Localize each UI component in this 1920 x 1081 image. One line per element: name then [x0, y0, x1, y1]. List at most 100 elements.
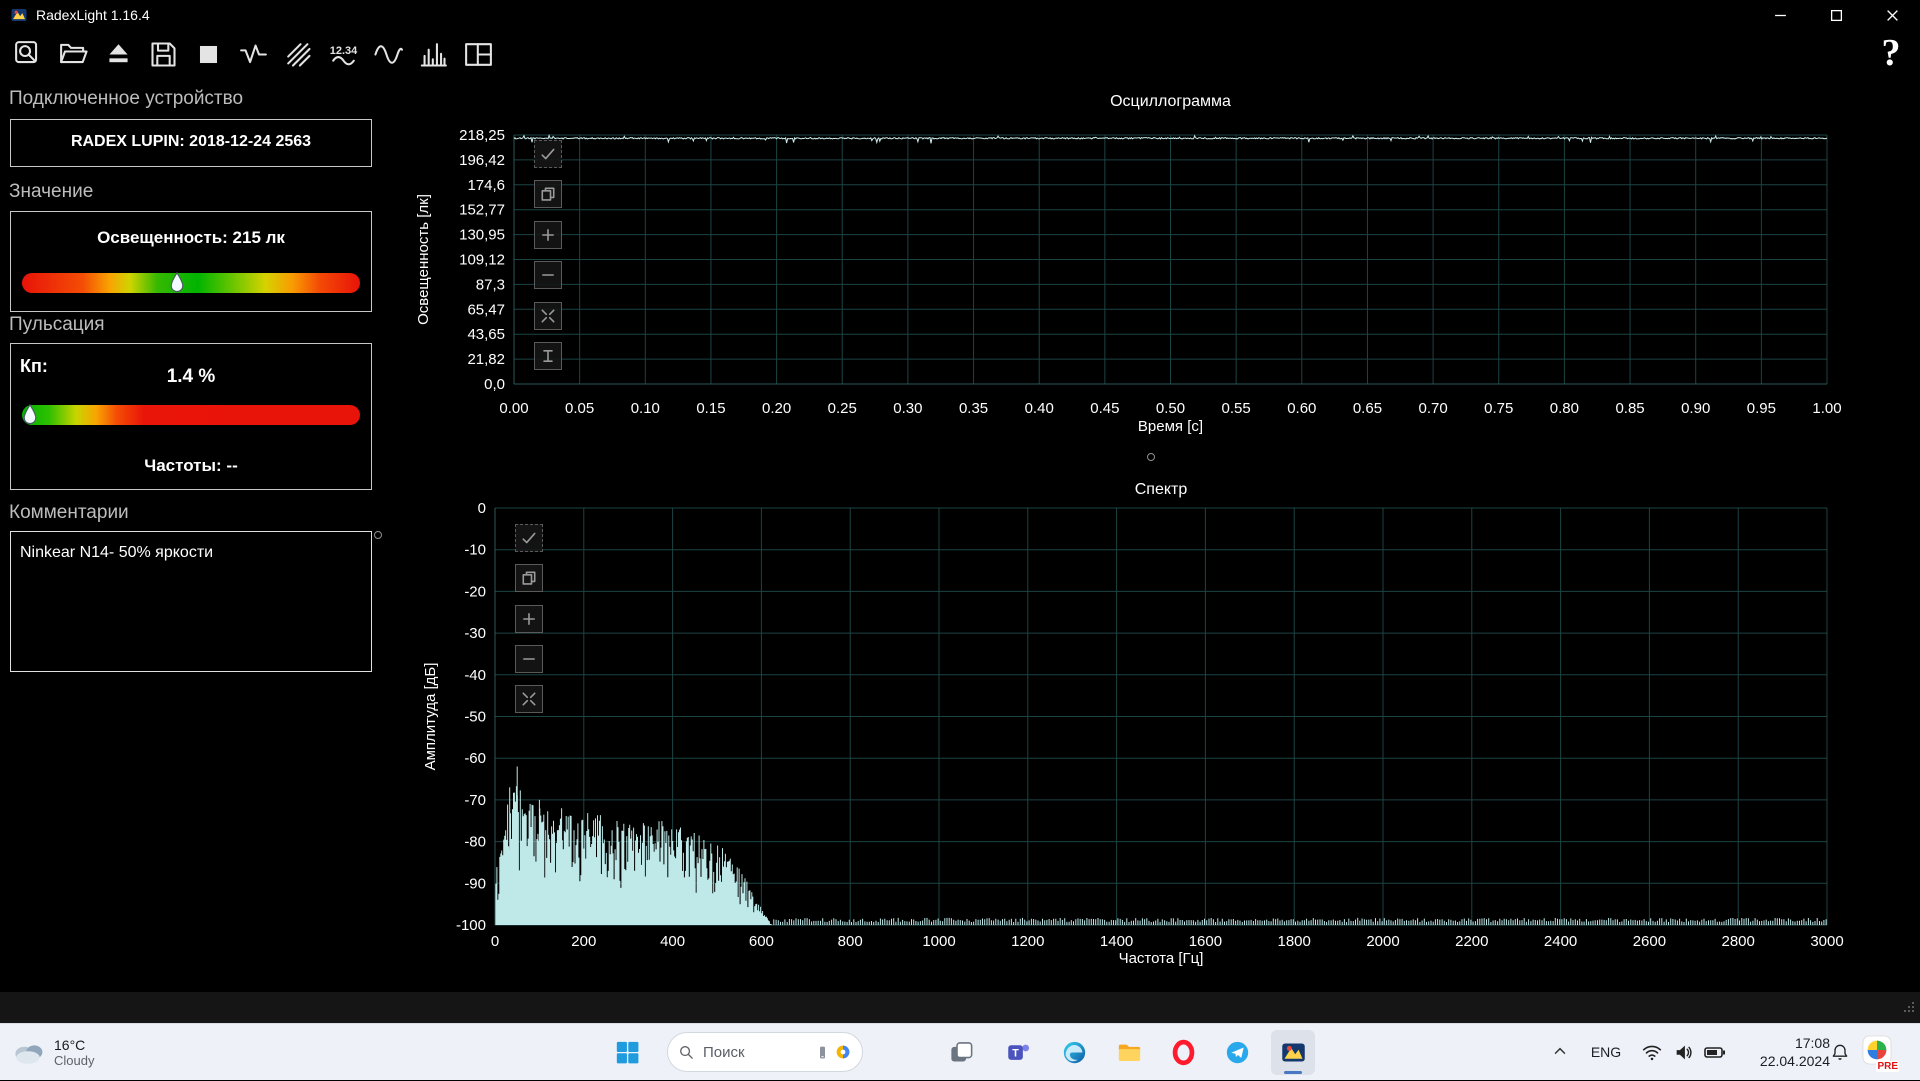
svg-text:Освещенность [лк]: Освещенность [лк] — [415, 194, 432, 325]
oscillogram-mode-button[interactable] — [368, 33, 408, 75]
battery-icon — [1703, 1040, 1727, 1064]
svg-text:-100: -100 — [456, 917, 486, 934]
opera-icon — [1170, 1039, 1197, 1066]
spectrum-mode-icon — [417, 38, 450, 71]
save-file-button[interactable] — [143, 33, 183, 75]
oscillogram-mode-icon — [372, 38, 405, 71]
battery-button[interactable] — [1700, 1038, 1730, 1066]
numeric-mode-icon: 12.34 — [327, 38, 360, 71]
language-indicator[interactable]: ENG — [1586, 1038, 1626, 1066]
pulsation-box: Кп: 1.4 % Частоты: -- — [10, 343, 372, 490]
spectrum-copy-button[interactable] — [515, 564, 543, 592]
svg-text:2400: 2400 — [1544, 933, 1577, 950]
resize-grip-icon[interactable] — [1902, 1000, 1916, 1019]
maximize-icon — [1830, 9, 1843, 22]
comments-box[interactable]: Ninkear N14- 50% яркости — [10, 531, 372, 672]
svg-text:65,47: 65,47 — [467, 301, 505, 318]
spectrum-autoscale-button[interactable] — [515, 524, 543, 552]
eject-device-button[interactable] — [98, 33, 138, 75]
taskbar-opera-button[interactable] — [1161, 1030, 1205, 1075]
svg-text:Частота [Гц]: Частота [Гц] — [1119, 950, 1204, 967]
oscillogram-fit-button[interactable] — [534, 302, 562, 330]
svg-text:-70: -70 — [464, 792, 486, 809]
svg-text:0.95: 0.95 — [1747, 400, 1776, 417]
svg-text:0.20: 0.20 — [762, 400, 791, 417]
svg-text:0.40: 0.40 — [1025, 400, 1054, 417]
frequencies-value: Частоты: -- — [11, 456, 371, 476]
copy-icon — [540, 186, 556, 202]
taskbar-messenger-button[interactable] — [1215, 1030, 1259, 1075]
weather-widget[interactable]: 16°C Cloudy — [10, 1024, 94, 1081]
fit-icon — [540, 308, 556, 324]
oscillogram-zoom-out-button[interactable] — [534, 261, 562, 289]
stop-measurement-button[interactable] — [188, 33, 228, 75]
illuminance-scale-bar — [22, 273, 360, 293]
oscillogram-copy-button[interactable] — [534, 180, 562, 208]
notifications-button[interactable] — [1826, 1038, 1854, 1066]
oscillogram-cursor-button[interactable] — [534, 342, 562, 370]
device-section-title: Подключенное устройство — [9, 88, 243, 110]
speaker-icon — [1673, 1041, 1695, 1063]
taskbar-start-button[interactable] — [605, 1030, 649, 1075]
eject-device-icon — [102, 38, 135, 71]
svg-text:1.00: 1.00 — [1812, 400, 1841, 417]
spectrum-zoom-out-button[interactable] — [515, 645, 543, 673]
taskbar-task-view-button[interactable] — [939, 1030, 983, 1075]
svg-text:Спектр: Спектр — [1135, 481, 1188, 498]
preview-button[interactable] — [8, 33, 48, 75]
oscillogram-autoscale-button[interactable] — [534, 140, 562, 168]
open-file-button[interactable] — [53, 33, 93, 75]
spectrum-mode-button[interactable] — [413, 33, 453, 75]
svg-text:174,6: 174,6 — [467, 177, 505, 194]
pulse-mode-button[interactable] — [233, 33, 273, 75]
preview-icon — [12, 38, 45, 71]
fit-icon — [521, 691, 537, 707]
svg-text:0.55: 0.55 — [1222, 400, 1251, 417]
recorder-tray-icon[interactable]: PRE — [1862, 1035, 1896, 1069]
oscillogram-zoom-in-button[interactable] — [534, 221, 562, 249]
numeric-mode-button[interactable]: 12.34 — [323, 33, 363, 75]
spectrum-fit-button[interactable] — [515, 685, 543, 713]
taskbar-file-explorer-button[interactable] — [1107, 1030, 1151, 1075]
toolbar: 12.34 — [0, 30, 1870, 78]
multi-chart-mode-icon — [282, 38, 315, 71]
taskbar-clock[interactable]: 17:08 22.04.2024 — [1735, 1034, 1830, 1070]
layout-mode-button[interactable] — [458, 33, 498, 75]
minimize-button[interactable] — [1752, 0, 1808, 30]
splitter-handle[interactable] — [1147, 453, 1155, 461]
taskbar-teams-button[interactable]: T — [997, 1030, 1041, 1075]
taskbar-edge-button[interactable] — [1052, 1030, 1096, 1075]
maximize-button[interactable] — [1808, 0, 1864, 30]
wifi-button[interactable] — [1638, 1038, 1666, 1066]
radexlight-app: RadexLight 1.16.4 12.34 ? Подключенное у… — [0, 0, 1920, 1080]
splitter-handle[interactable] — [374, 531, 382, 539]
tray-chevron-button[interactable] — [1546, 1038, 1574, 1066]
minimize-icon — [1774, 9, 1787, 22]
multi-chart-mode-button[interactable] — [278, 33, 318, 75]
svg-text:218,25: 218,25 — [459, 127, 505, 144]
taskbar-search-box[interactable]: Поиск — [667, 1032, 863, 1072]
close-button[interactable] — [1864, 0, 1920, 30]
pulsation-section-title: Пульсация — [9, 314, 105, 336]
window-controls — [1752, 0, 1920, 30]
svg-text:0.10: 0.10 — [631, 400, 660, 417]
volume-button[interactable] — [1670, 1038, 1698, 1066]
svg-text:-30: -30 — [464, 625, 486, 642]
svg-text:152,77: 152,77 — [459, 202, 505, 219]
svg-text:109,12: 109,12 — [459, 252, 505, 269]
autoscale-icon — [521, 530, 537, 546]
start-icon — [614, 1039, 641, 1066]
svg-text:0.75: 0.75 — [1484, 400, 1513, 417]
svg-text:43,65: 43,65 — [467, 326, 505, 343]
spectrum-zoom-in-button[interactable] — [515, 605, 543, 633]
save-file-icon — [147, 38, 180, 71]
chevron-up-icon — [1551, 1043, 1569, 1061]
svg-text:3000: 3000 — [1810, 933, 1843, 950]
taskbar-radexlight-button[interactable] — [1271, 1030, 1315, 1075]
svg-text:2000: 2000 — [1366, 933, 1399, 950]
svg-text:0.30: 0.30 — [893, 400, 922, 417]
titlebar: RadexLight 1.16.4 — [0, 0, 1920, 30]
svg-text:1200: 1200 — [1011, 933, 1044, 950]
help-button[interactable]: ? — [1870, 30, 1912, 76]
svg-text:0.35: 0.35 — [959, 400, 988, 417]
